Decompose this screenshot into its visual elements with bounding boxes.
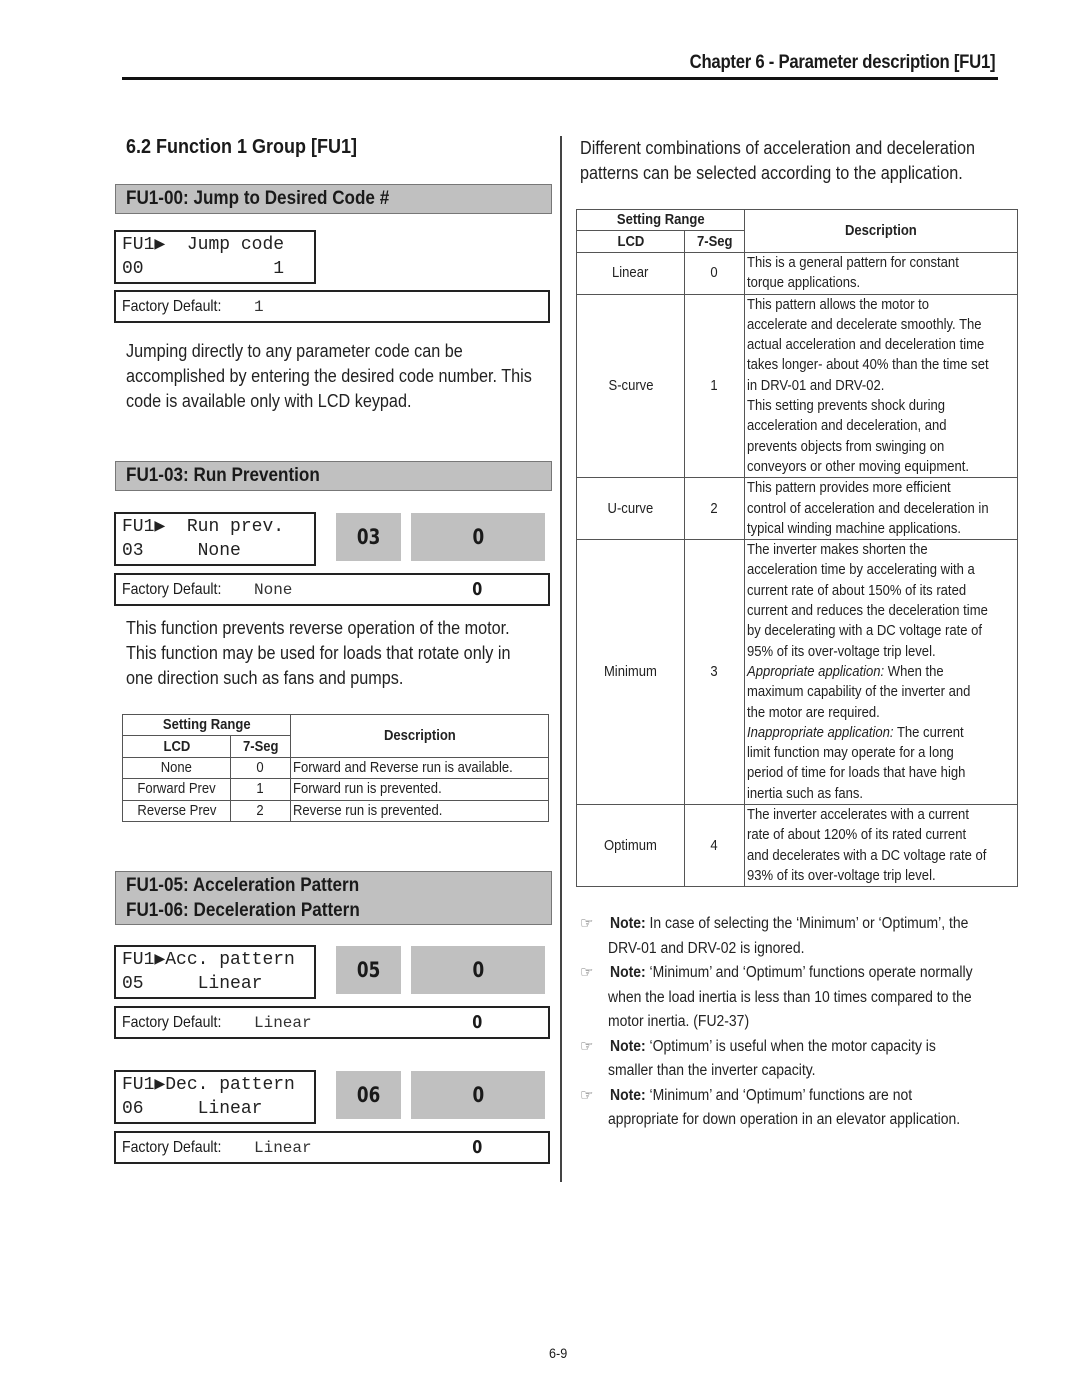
accel-pattern-table: Setting Range Description LCD 7-Seg Line… — [576, 209, 1018, 888]
lcd-display-fu1-05: FU1▶Acc. pattern 05 Linear — [114, 945, 316, 999]
lcd-line-2: 03 None — [122, 541, 241, 561]
column-divider — [560, 136, 562, 1182]
cell-description: The inverter accelerates with a current r… — [744, 804, 1018, 888]
table-row: S-curve 1 This pattern allows the motor to… — [576, 293, 1018, 479]
lcd-line-1: FU1▶Dec. pattern — [122, 1075, 295, 1095]
seg-value-text: 0 — [472, 1083, 484, 1107]
cell-7seg: 2 — [710, 500, 719, 517]
cell-lcd: Optimum — [604, 837, 657, 854]
cell-description: This is a general pattern for constant to… — [744, 252, 1018, 295]
param-title: FU1-03: Run Prevention — [126, 465, 320, 486]
page-number: 6-9 — [549, 1345, 568, 1361]
pointing-hand-icon: ☞ — [580, 1086, 594, 1104]
lcd-line-1: FU1▶ Jump code — [122, 235, 285, 255]
note-item: ☞ Note: ‘Optimum’ is useful when the moto… — [580, 1035, 1020, 1084]
cell-description: This pattern provides more efficient cont… — [744, 477, 1018, 541]
table-row: Optimum 4 The inverter accelerates with a … — [576, 804, 1018, 888]
lcd-line-2: 00 1 — [122, 259, 285, 279]
pointing-hand-icon: ☞ — [580, 964, 594, 981]
seg-code-text: 05 — [356, 958, 381, 982]
param-header-fu1-03: FU1-03: Run Prevention — [115, 461, 552, 491]
table-row: Reverse Prev 2 Reverse run is prevented. — [122, 799, 549, 822]
run-prevention-table: Setting Range Description LCD 7-Seg None… — [122, 714, 549, 822]
table-row: None 0 Forward and Reverse run is availa… — [122, 756, 549, 780]
cell-lcd: Minimum — [604, 664, 657, 681]
param-title-acc: FU1-05: Acceleration Pattern — [126, 875, 360, 896]
intro-text: Different combinations of acceleration a… — [580, 138, 976, 183]
lcd-line-1: FU1▶Acc. pattern — [122, 950, 295, 970]
seg-value-text: 0 — [472, 958, 484, 982]
header-7seg: 7-Seg — [230, 735, 291, 758]
table-row: Linear 0 This is a general pattern for con… — [576, 252, 1018, 295]
cell-description: The inverter makes shorten the accelerati… — [744, 539, 1018, 806]
pattern-intro: Different combinations of acceleration a… — [580, 136, 980, 186]
param-title: FU1-00: Jump to Desired Code # — [126, 188, 390, 209]
cell-lcd: Linear — [612, 265, 649, 282]
lcd-line-2: 05 Linear — [122, 974, 263, 994]
header-setting-range: Setting Range — [122, 714, 291, 736]
header-lcd: LCD — [122, 735, 231, 758]
pointing-hand-icon: ☞ — [580, 915, 594, 932]
lcd-display-fu1-00: FU1▶ Jump code 00 1 — [114, 230, 316, 284]
fu1-03-description: This function prevents reverse operation… — [126, 616, 540, 691]
cell-lcd: S-curve — [608, 377, 653, 394]
cell-7seg: 3 — [710, 664, 719, 681]
factory-default-value: Linear — [254, 1138, 312, 1157]
factory-default-label: Factory Default: — [122, 297, 222, 315]
table-row: Minimum 3 The inverter makes shorten the ac… — [576, 539, 1018, 806]
factory-default-fu1-03: Factory Default: None 0 — [114, 573, 550, 606]
cell-lcd: U-curve — [607, 500, 654, 517]
section-title: 6.2 Function 1 Group [FU1] — [126, 136, 358, 158]
factory-default-fu1-05: Factory Default: Linear 0 — [114, 1006, 550, 1039]
lcd-display-fu1-03: FU1▶ Run prev. 03 None — [114, 512, 316, 566]
note-item: ☞ Note: ‘Minimum’ and ‘Optimum’ functions… — [580, 1084, 1020, 1133]
note-item: ☞ Note: In case of selecting the ‘Minimum… — [580, 912, 1020, 961]
param-header-fu1-05-06: FU1-05: Acceleration Pattern FU1-06: Dec… — [115, 871, 552, 925]
param-title-dec: FU1-06: Deceleration Pattern — [126, 899, 360, 921]
cell-7seg: 4 — [710, 837, 719, 854]
factory-default-label: Factory Default: — [122, 1013, 222, 1031]
chapter-title: Chapter 6 - Parameter description [FU1] — [689, 52, 995, 73]
description-text: This function prevents reverse operation… — [126, 618, 511, 688]
header-description: Description — [290, 714, 549, 758]
seg-display-value: 0 — [411, 946, 545, 994]
seg-display-code: 03 — [336, 513, 401, 561]
factory-default-seg: 0 — [472, 1012, 483, 1033]
table-row: Forward Prev 1 Forward run is prevented. — [122, 778, 549, 801]
lcd-line-2: 06 Linear — [122, 1099, 263, 1119]
cell-7seg: 1 — [710, 377, 719, 394]
pointing-hand-icon: ☞ — [580, 1037, 594, 1055]
param-header-fu1-00: FU1-00: Jump to Desired Code # — [115, 184, 552, 214]
cell-description: This pattern allows the motor to accelera… — [744, 293, 1018, 479]
table-row: U-curve 2 This pattern provides more effic… — [576, 477, 1018, 541]
factory-default-value: Linear — [254, 1013, 312, 1032]
factory-default-label: Factory Default: — [122, 580, 222, 598]
lcd-display-fu1-06: FU1▶Dec. pattern 06 Linear — [114, 1070, 316, 1124]
seg-display-value: 0 — [411, 1071, 545, 1119]
note-item: ☞ Note: ‘Minimum’ and ‘Optimum’ functions… — [580, 961, 1020, 1035]
factory-default-value: None — [254, 580, 293, 599]
lcd-line-1: FU1▶ Run prev. — [122, 517, 285, 537]
description-text: Jumping directly to any parameter code c… — [126, 341, 532, 411]
header-rule — [122, 77, 998, 80]
header-description: Description — [744, 209, 1018, 253]
fu1-00-description: Jumping directly to any parameter code c… — [126, 339, 536, 414]
factory-default-seg: 0 — [472, 1137, 483, 1158]
header-lcd: LCD — [576, 230, 685, 253]
seg-value-text: 0 — [472, 525, 484, 549]
cell-7seg: 0 — [710, 265, 719, 282]
factory-default-value: 1 — [254, 297, 264, 316]
seg-display-code: 05 — [336, 946, 401, 994]
factory-default-fu1-06: Factory Default: Linear 0 — [114, 1131, 550, 1164]
factory-default-label: Factory Default: — [122, 1138, 222, 1156]
seg-display-value: 0 — [411, 513, 545, 561]
factory-default-seg: 0 — [472, 579, 483, 600]
factory-default-fu1-00: Factory Default: 1 — [114, 290, 550, 323]
header-7seg: 7-Seg — [684, 230, 745, 253]
seg-code-text: 06 — [356, 1083, 381, 1107]
seg-code-text: 03 — [356, 525, 381, 549]
seg-display-code: 06 — [336, 1071, 401, 1119]
header-setting-range: Setting Range — [576, 209, 745, 231]
